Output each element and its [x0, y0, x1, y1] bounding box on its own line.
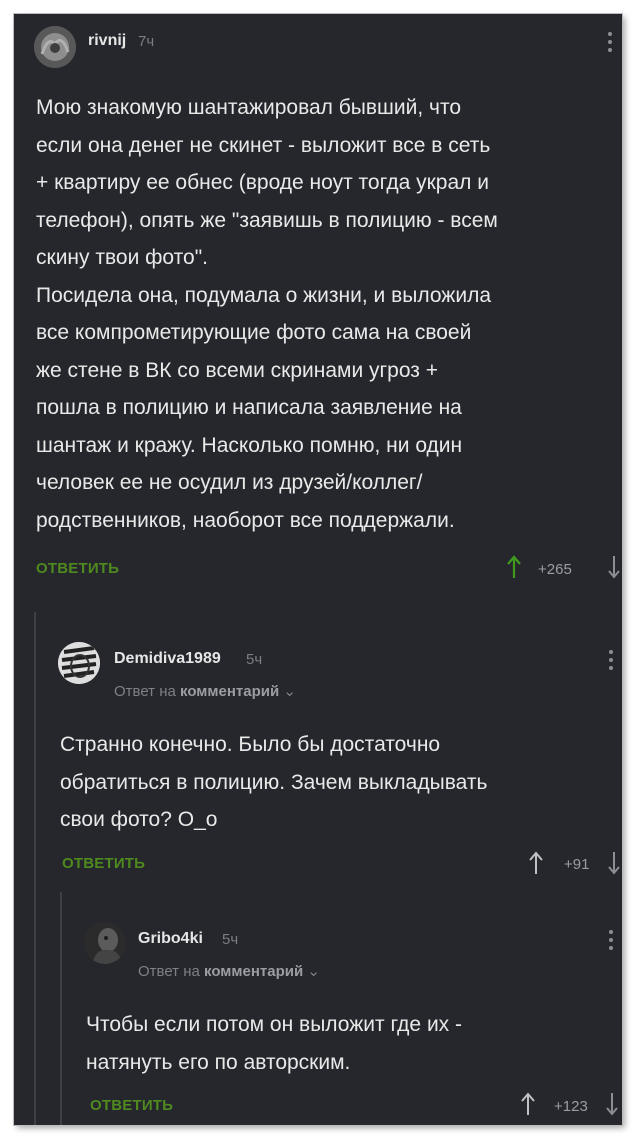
- avatar[interactable]: [34, 26, 76, 68]
- upvote-icon[interactable]: [506, 555, 522, 579]
- timestamp: 5ч: [222, 931, 239, 948]
- avatar[interactable]: [58, 642, 100, 684]
- comments-panel: rivnij 7ч Мою знакомую шантажировал бывш…: [14, 14, 622, 1125]
- comment-rivnij: rivnij 7ч Мою знакомую шантажировал бывш…: [14, 14, 622, 604]
- upvote-icon[interactable]: [528, 851, 544, 875]
- comment-gribo4ki: Gribo4ki 5ч Ответ на комментарий ⌄ Чтобы…: [62, 892, 622, 1125]
- comment-line: натянуть его по авторским.: [86, 1050, 351, 1074]
- downvote-icon[interactable]: [605, 1092, 619, 1116]
- dark-avatar-icon: [84, 922, 126, 964]
- comment-line: + квартиру ее обнес (вроде ноут тогда ук…: [36, 171, 489, 194]
- comment-line: человек ее не осудил из друзей/коллег/: [36, 471, 423, 494]
- zebra-avatar-icon: [58, 642, 100, 684]
- avatar-photo-icon: [34, 26, 76, 68]
- comment-line: если она денег не скинет - выложит все в…: [36, 133, 491, 157]
- comment-line: Посидела она, подумала о жизни, и выложи…: [36, 283, 491, 307]
- reply-button[interactable]: ОТВЕТИТЬ: [36, 560, 119, 577]
- comment-line: обратиться в полицию. Зачем выкладывать: [60, 770, 488, 794]
- comment-line: скину твои фото".: [36, 246, 208, 269]
- downvote-icon[interactable]: [607, 555, 621, 579]
- avatar[interactable]: [84, 922, 126, 964]
- reply-button[interactable]: ОТВЕТИТЬ: [90, 1097, 173, 1114]
- comment-line: же стене в ВК со всеми скринами угроз +: [36, 358, 439, 382]
- score: +123: [554, 1098, 588, 1115]
- comment-line: все компрометирующие фото сама на своей: [36, 321, 472, 344]
- timestamp: 7ч: [138, 33, 155, 50]
- username[interactable]: rivnij: [88, 32, 126, 50]
- comment-line: телефон), опять же "заявишь в полицию - …: [36, 208, 498, 232]
- downvote-icon[interactable]: [607, 851, 621, 875]
- reply-to-link[interactable]: Ответ на комментарий ⌄: [138, 962, 320, 980]
- reply-to-target[interactable]: комментарий: [204, 963, 303, 980]
- comment-line: шантаж и кражу. Насколько помню, ни один: [36, 433, 463, 457]
- comment-line: пошла в полицию и написала заявление на: [36, 396, 462, 419]
- score: +91: [564, 856, 590, 873]
- kebab-icon[interactable]: [609, 650, 613, 674]
- reply-to-prefix: Ответ на: [138, 963, 200, 980]
- score: +265: [538, 561, 572, 578]
- comment-demidiva1989: Demidiva1989 5ч Ответ на комментарий ⌄ С…: [36, 612, 622, 882]
- username[interactable]: Gribo4ki: [138, 930, 203, 948]
- comment-line: Чтобы если потом он выложит где их -: [86, 1013, 463, 1036]
- comment-line: родственников, наоборот все поддержали.: [36, 508, 455, 532]
- comment-line: Мою знакомую шантажировал бывший, что: [36, 96, 462, 119]
- chevron-down-icon[interactable]: ⌄: [283, 683, 296, 700]
- reply-to-link[interactable]: Ответ на комментарий ⌄: [114, 682, 296, 700]
- kebab-icon[interactable]: [608, 32, 612, 56]
- comment-line: свои фото? О_о: [60, 808, 218, 831]
- chevron-down-icon[interactable]: ⌄: [307, 963, 320, 980]
- reply-button[interactable]: ОТВЕТИТЬ: [62, 855, 145, 872]
- timestamp: 5ч: [246, 651, 263, 668]
- reply-to-prefix: Ответ на: [114, 683, 176, 700]
- reply-to-target[interactable]: комментарий: [180, 683, 279, 700]
- kebab-icon[interactable]: [609, 930, 613, 954]
- username[interactable]: Demidiva1989: [114, 650, 221, 668]
- comment-line: Странно конечно. Было бы достаточно: [60, 733, 441, 756]
- upvote-icon[interactable]: [520, 1092, 536, 1116]
